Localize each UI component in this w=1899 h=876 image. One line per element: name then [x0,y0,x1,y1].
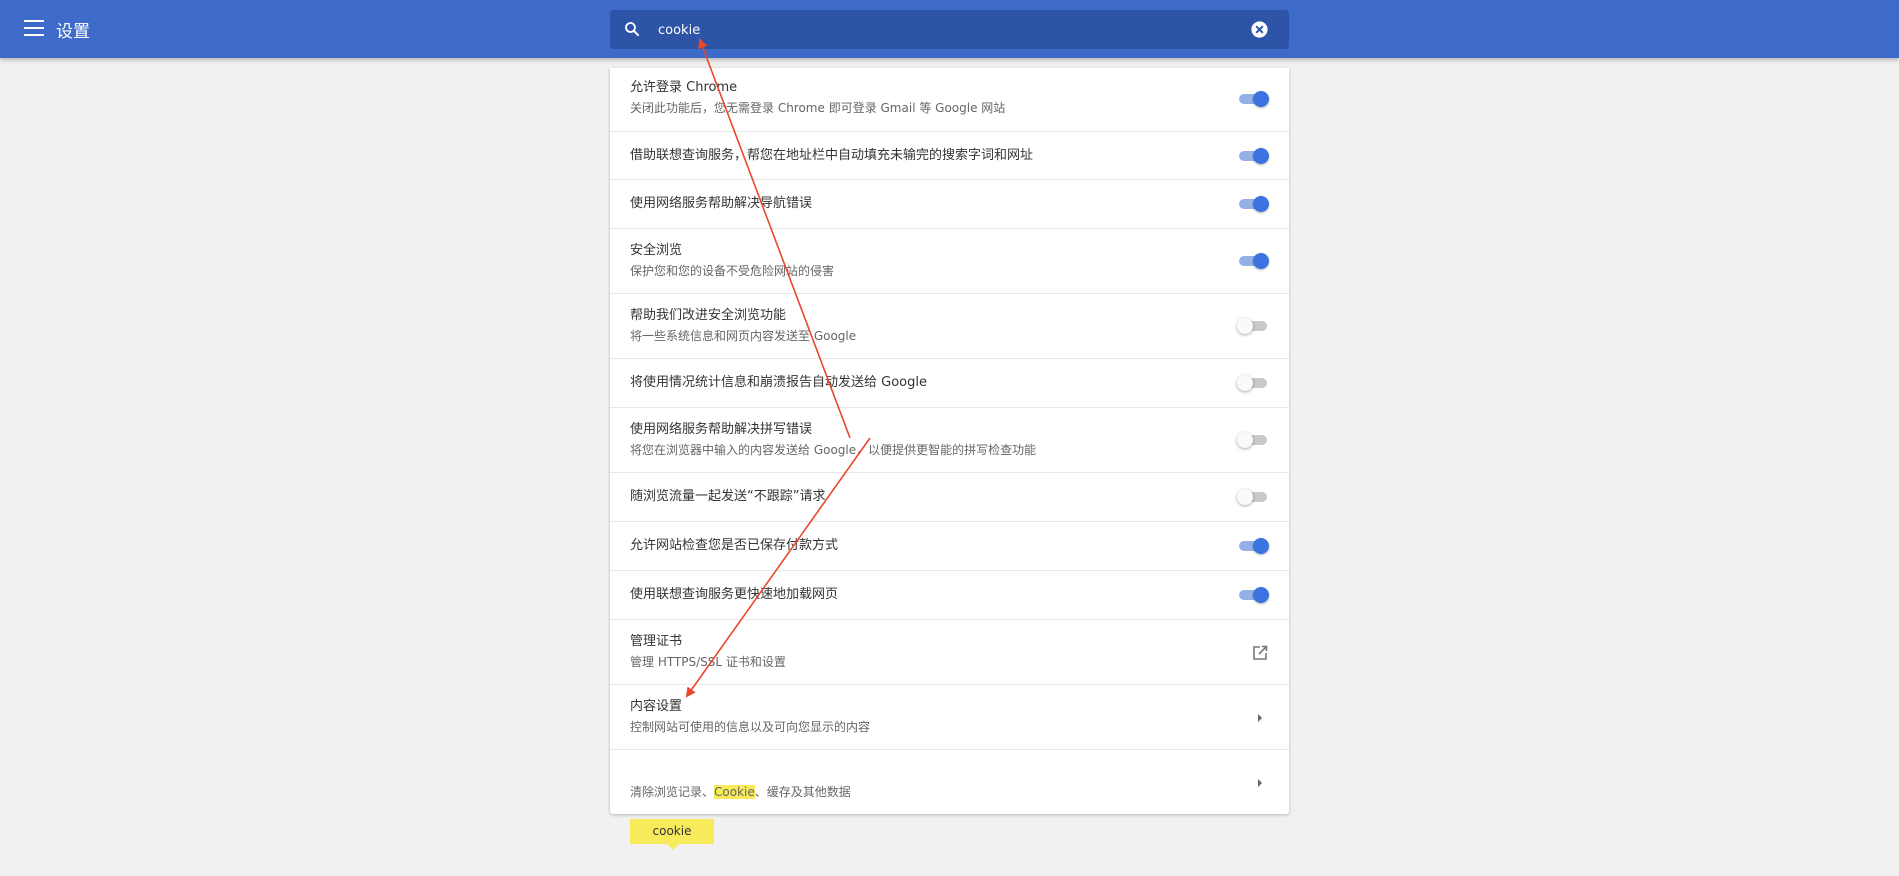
setting-row-navigation-errors[interactable]: 使用网络服务帮助解决导航错误 [610,179,1289,228]
setting-label: 使用网络服务帮助解决导航错误 [630,196,813,211]
page-title: 设置 [56,22,90,42]
toggle-switch[interactable] [1237,432,1269,448]
toggle-switch[interactable] [1237,375,1269,391]
setting-label: 允许网站检查您是否已保存付款方式 [630,538,839,553]
setting-label: 帮助我们改进安全浏览功能 [630,308,787,323]
search-box[interactable] [610,10,1289,49]
setting-row-usage-statistics[interactable]: 将使用情况统计信息和崩溃报告自动发送给 Google [610,358,1289,407]
setting-description: 管理 HTTPS/SSL 证书和设置 [630,655,786,669]
search-match-highlight: Cookie [714,785,755,799]
settings-panel: 允许登录 Chrome 关闭此功能后，您无需登录 Chrome 即可登录 Gma… [610,68,1289,850]
toggle-switch[interactable] [1237,318,1269,334]
toggle-switch[interactable] [1237,538,1269,554]
setting-label: 使用网络服务帮助解决拼写错误 [630,422,813,437]
setting-row-clear-browsing-data[interactable]: 清除浏览记录、Cookie、缓存及其他数据 [610,749,1289,814]
top-bar: 设置 [0,0,1899,58]
setting-row-preload-pages[interactable]: 使用联想查询服务更快速地加载网页 [610,570,1289,619]
description-text: 清除浏览记录、 [630,785,715,799]
setting-row-allow-chrome-signin[interactable]: 允许登录 Chrome 关闭此功能后，您无需登录 Chrome 即可登录 Gma… [610,68,1289,131]
setting-row-spelling-service[interactable]: 使用网络服务帮助解决拼写错误 将您在浏览器中输入的内容发送给 Google，以便… [610,407,1289,472]
clear-search-icon[interactable] [1250,20,1269,39]
chevron-right-icon[interactable] [1251,774,1269,792]
setting-label: 安全浏览 [630,243,683,258]
setting-label: 将使用情况统计信息和崩溃报告自动发送给 Google [630,375,927,390]
setting-row-search-suggestions[interactable]: 借助联想查询服务，帮您在地址栏中自动填充未输完的搜索字词和网址 [610,131,1289,179]
setting-label: 随浏览流量一起发送“不跟踪”请求 [630,489,826,504]
bubble-tail [667,844,679,850]
setting-row-content-settings[interactable]: 内容设置 控制网站可使用的信息以及可向您显示的内容 [610,684,1289,749]
setting-label: 借助联想查询服务，帮您在地址栏中自动填充未输完的搜索字词和网址 [630,148,1034,163]
setting-row-manage-certificates[interactable]: 管理证书 管理 HTTPS/SSL 证书和设置 [610,619,1289,684]
toggle-switch[interactable] [1237,91,1269,107]
setting-label: 使用联想查询服务更快速地加载网页 [630,587,839,602]
setting-row-do-not-track[interactable]: 随浏览流量一起发送“不跟踪”请求 [610,472,1289,521]
setting-description: 保护您和您的设备不受危险网站的侵害 [630,264,835,278]
hamburger-menu-icon[interactable] [24,20,44,38]
toggle-switch[interactable] [1237,196,1269,212]
toggle-switch[interactable] [1237,587,1269,603]
toggle-switch[interactable] [1237,148,1269,164]
description-text: 、缓存及其他数据 [754,785,851,799]
setting-label: 管理证书 [630,634,683,649]
setting-row-payment-methods[interactable]: 允许网站检查您是否已保存付款方式 [610,521,1289,570]
external-link-icon[interactable] [1251,644,1269,662]
setting-row-safe-browsing[interactable]: 安全浏览 保护您和您的设备不受危险网站的侵害 [610,228,1289,293]
search-match-bubble: cookie [630,819,714,844]
setting-description: 清除浏览记录、Cookie、缓存及其他数据 [630,782,851,802]
search-icon [625,22,639,36]
setting-description: 控制网站可使用的信息以及可向您显示的内容 [630,720,871,734]
setting-row-improve-safe-browsing[interactable]: 帮助我们改进安全浏览功能 将一些系统信息和网页内容发送至 Google [610,293,1289,358]
setting-description: 将一些系统信息和网页内容发送至 Google [630,329,857,343]
setting-description: 关闭此功能后，您无需登录 Chrome 即可登录 Gmail 等 Google … [630,101,1006,115]
setting-label: 内容设置 [630,699,683,714]
setting-description: 将您在浏览器中输入的内容发送给 Google，以便提供更智能的拼写检查功能 [630,443,1037,457]
search-input[interactable] [656,18,1220,42]
setting-label: 允许登录 Chrome [630,80,738,95]
toggle-switch[interactable] [1237,489,1269,505]
chevron-right-icon[interactable] [1251,709,1269,727]
toggle-switch[interactable] [1237,253,1269,269]
